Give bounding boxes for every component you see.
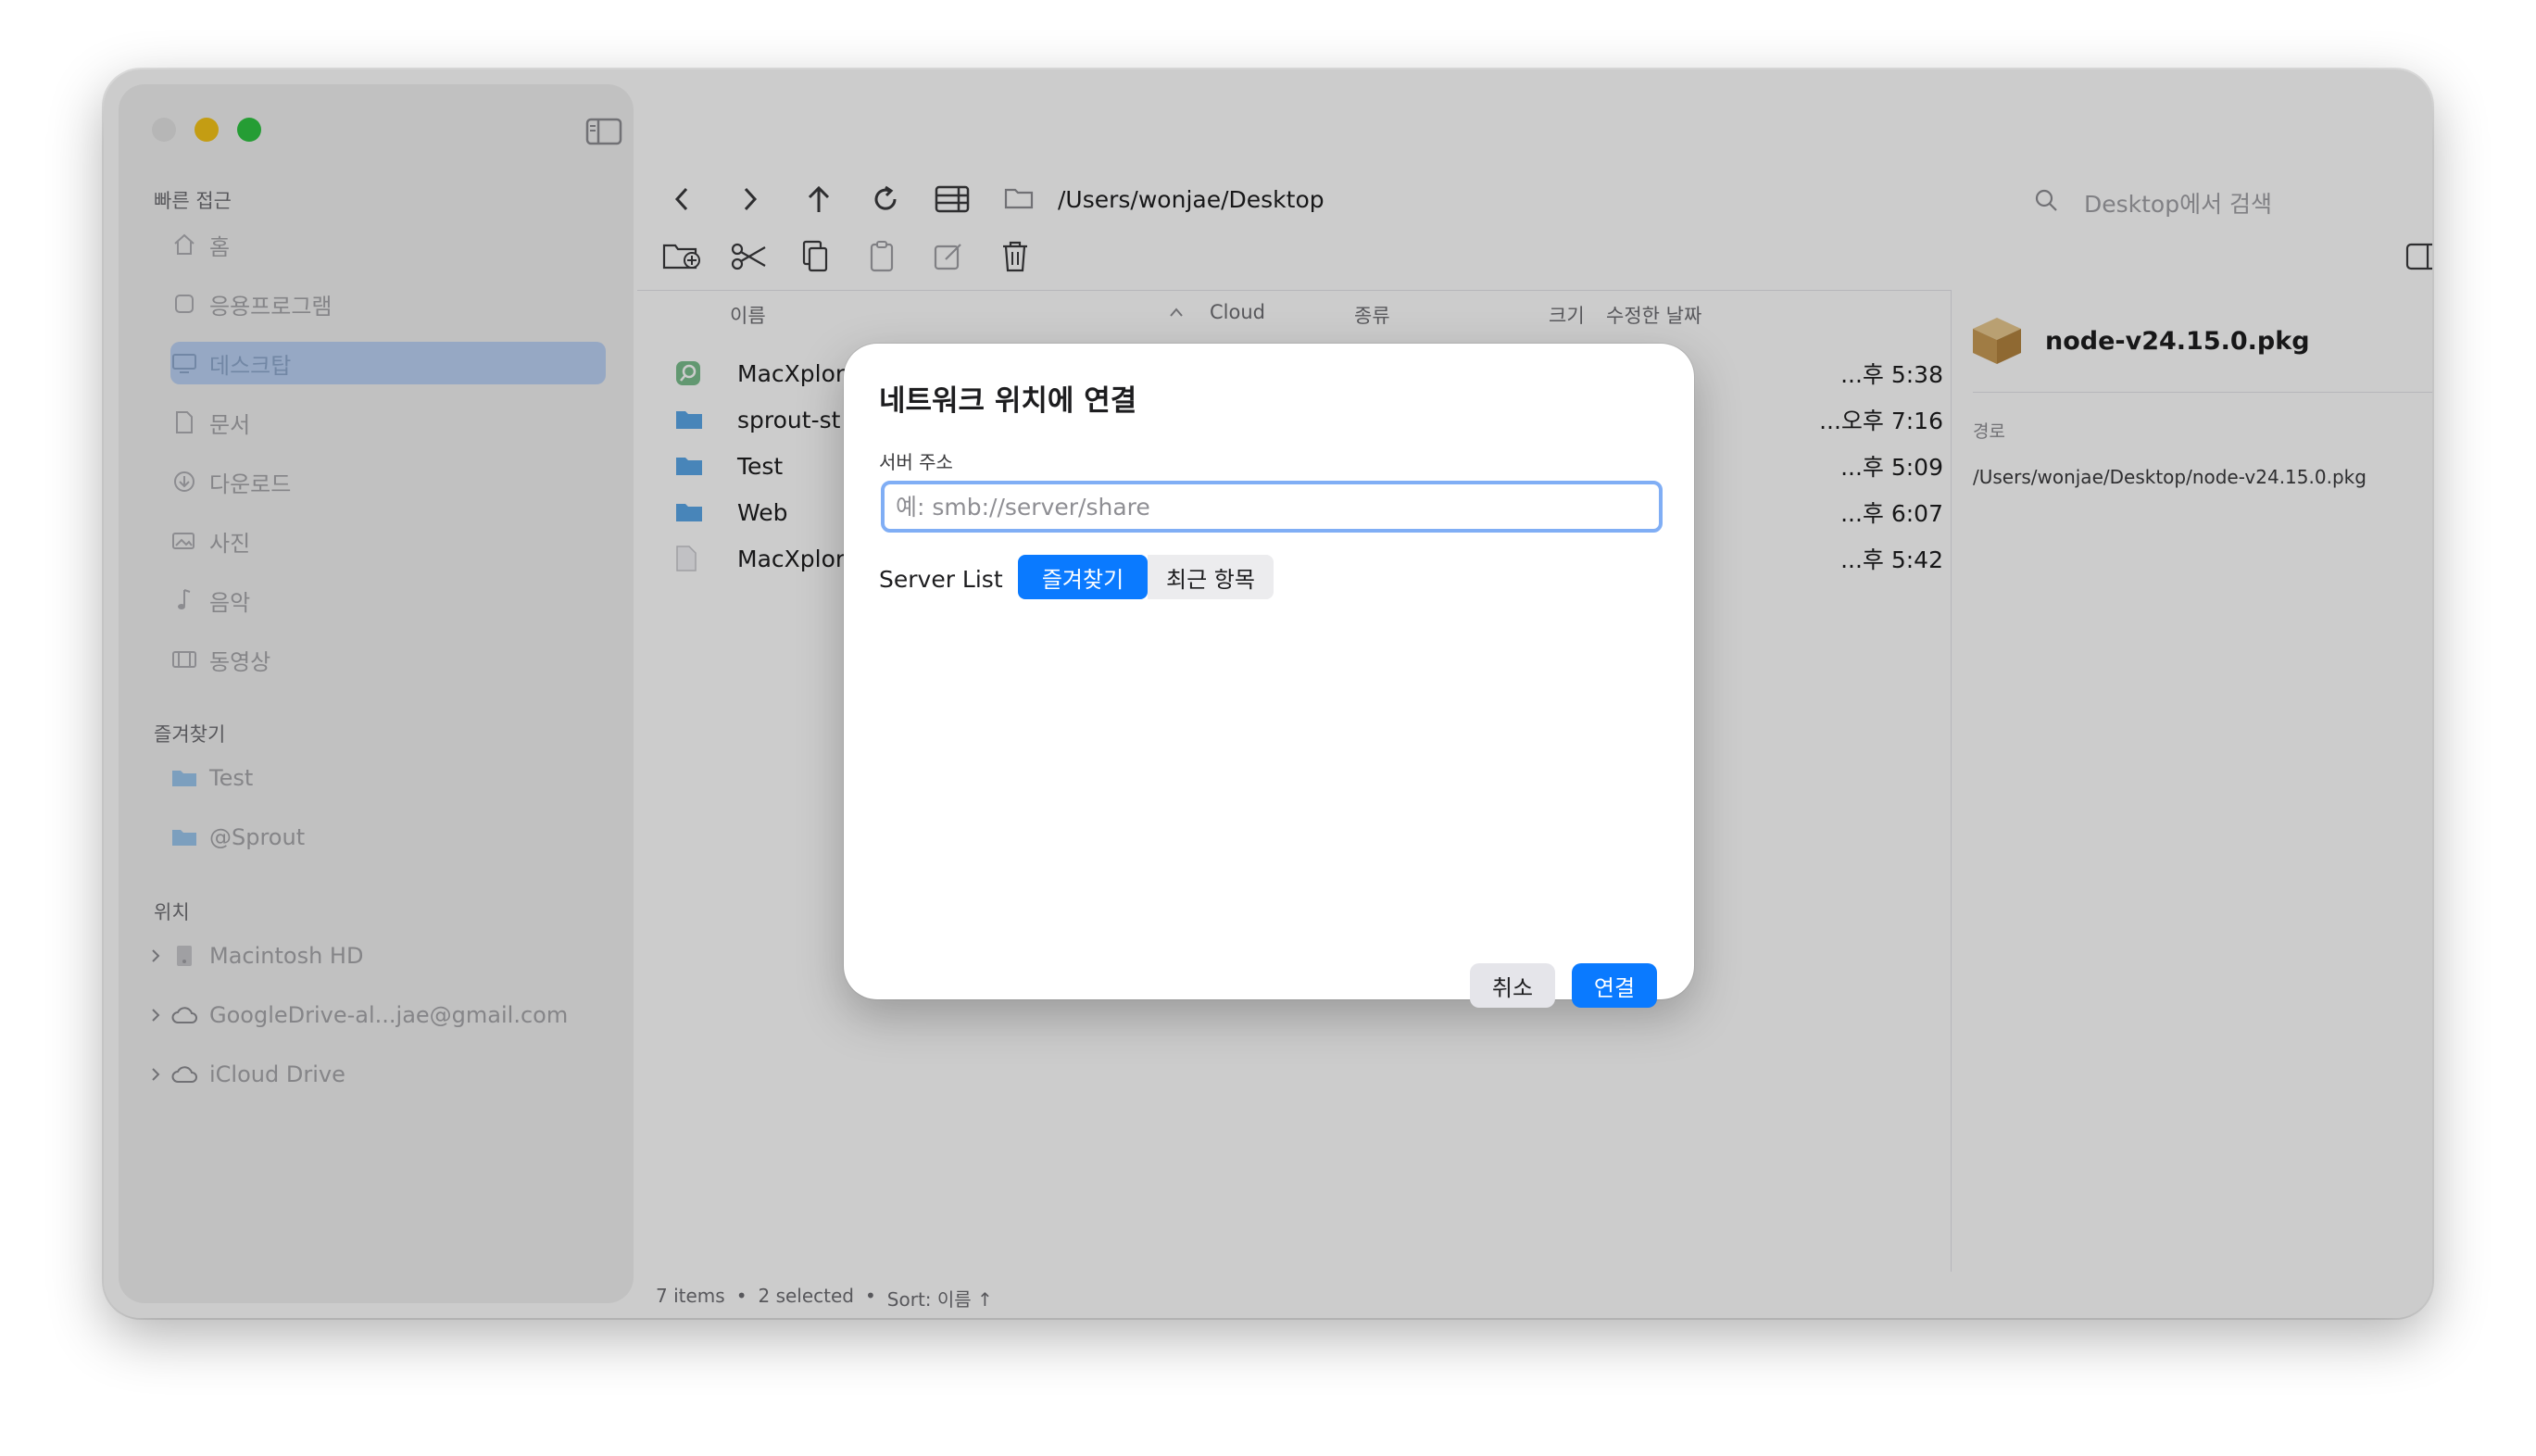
cancel-button[interactable]: 취소 <box>1470 963 1555 1008</box>
server-address-field[interactable] <box>881 481 1663 533</box>
connect-button[interactable]: 연결 <box>1572 963 1657 1008</box>
connect-dialog: 네트워크 위치에 연결 서버 주소 Server List 즐겨찾기 최근 항목… <box>844 344 1694 1008</box>
finder-window: 빠른 접근 홈 응용프로그램 데스크탑 문서 다운로드 사진 음악 동영상 즐겨… <box>104 69 2432 1318</box>
tab-recent[interactable]: 최근 항목 <box>1148 555 1274 599</box>
server-list-area[interactable] <box>879 621 1657 936</box>
dialog-title: 네트워크 위치에 연결 <box>879 384 1137 418</box>
server-address-input[interactable] <box>885 484 1659 529</box>
server-list-label: Server List <box>879 566 1003 593</box>
tab-favorites[interactable]: 즐겨찾기 <box>1018 555 1148 599</box>
server-address-label: 서버 주소 <box>879 451 953 473</box>
